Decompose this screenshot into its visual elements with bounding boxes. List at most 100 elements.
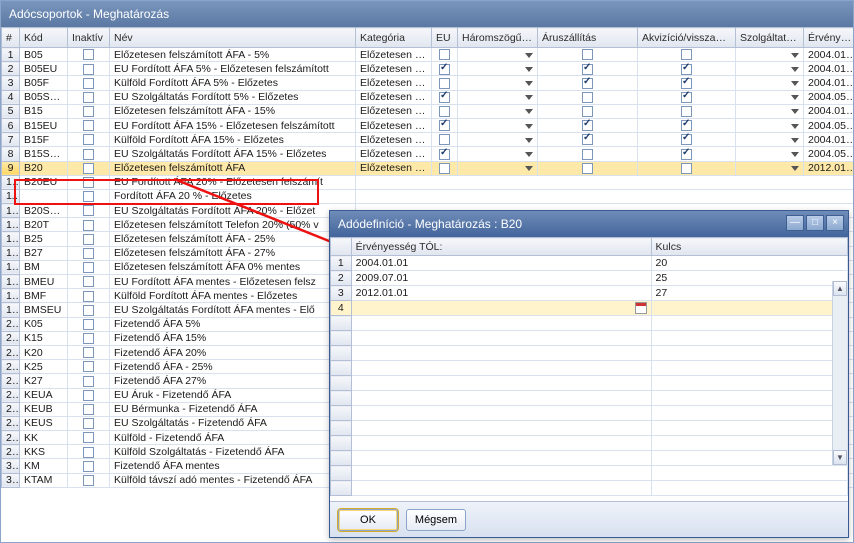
cell-nev[interactable]: Külföld távszí adó mentes - Fizetendő ÁF… <box>110 473 356 487</box>
new-row[interactable]: 4 <box>331 301 848 316</box>
checkbox-icon[interactable] <box>83 418 94 429</box>
col-num[interactable]: # <box>2 28 20 48</box>
row-number[interactable]: 30 <box>2 459 20 473</box>
cell-akv[interactable] <box>638 90 736 104</box>
checkbox-icon[interactable] <box>83 319 94 330</box>
checkbox-icon[interactable] <box>439 92 450 103</box>
cell-akv[interactable] <box>638 147 736 161</box>
row-number[interactable]: 5 <box>2 104 20 118</box>
cell-kulcs[interactable]: 27 <box>651 286 847 301</box>
cell-inaktiv[interactable] <box>68 289 110 303</box>
cell-harom[interactable] <box>458 76 538 90</box>
table-row[interactable] <box>331 451 848 466</box>
cell-akv[interactable] <box>638 48 736 62</box>
scroll-up-button[interactable]: ▲ <box>833 281 847 296</box>
cell-akv[interactable] <box>638 104 736 118</box>
cell-erv[interactable]: 2004.05.01 <box>804 118 854 132</box>
cell-kod[interactable]: B27 <box>20 246 68 260</box>
row-number[interactable]: 17 <box>2 275 20 289</box>
cell-inaktiv[interactable] <box>68 147 110 161</box>
cell-kod[interactable]: B15SEU <box>20 147 68 161</box>
minimize-button[interactable]: — <box>786 215 804 231</box>
chevron-down-icon[interactable] <box>791 81 799 86</box>
date-input-cell[interactable] <box>351 301 651 316</box>
checkbox-icon[interactable] <box>83 220 94 231</box>
cell-kod[interactable]: BMSEU <box>20 303 68 317</box>
row-number[interactable]: 26 <box>2 402 20 416</box>
checkbox-icon[interactable] <box>582 92 593 103</box>
cell-kod[interactable]: K05 <box>20 317 68 331</box>
cell-kod[interactable]: KKS <box>20 445 68 459</box>
row-number[interactable]: 27 <box>2 416 20 430</box>
checkbox-icon[interactable] <box>681 134 692 145</box>
maximize-button[interactable]: □ <box>806 215 824 231</box>
cell-kod[interactable]: B15EU <box>20 118 68 132</box>
checkbox-icon[interactable] <box>439 163 450 174</box>
cell-inaktiv[interactable] <box>68 445 110 459</box>
cell-nev[interactable]: Fizetendő ÁFA 20% <box>110 345 356 359</box>
table-row[interactable] <box>331 421 848 436</box>
cell-szolg[interactable] <box>736 90 804 104</box>
cell-kod[interactable]: B05EU <box>20 62 68 76</box>
cell-inaktiv[interactable] <box>68 246 110 260</box>
cell-inaktiv[interactable] <box>68 331 110 345</box>
chevron-down-icon[interactable] <box>525 67 533 72</box>
table-row[interactable] <box>331 436 848 451</box>
row-number[interactable]: 11 <box>2 189 20 203</box>
cell-inaktiv[interactable] <box>68 374 110 388</box>
checkbox-icon[interactable] <box>83 64 94 75</box>
cell-nev[interactable]: Előzetesen felszámított ÁFA 0% mentes <box>110 260 356 274</box>
cell-erv[interactable]: 2004.01.01 <box>351 256 651 271</box>
cell-erv[interactable]: 2004.01.01 <box>804 48 854 62</box>
checkbox-icon[interactable] <box>83 234 94 245</box>
cell-harom[interactable] <box>458 133 538 147</box>
cell-inaktiv[interactable] <box>68 90 110 104</box>
cell-nev[interactable]: EU Fordított ÁFA 15% - Előzetesen felszá… <box>110 118 356 132</box>
cell-nev[interactable]: Előzetesen felszámított ÁFA - 15% <box>110 104 356 118</box>
checkbox-icon[interactable] <box>83 177 94 188</box>
cell-nev[interactable]: Külföld Fordított ÁFA mentes - Előzetes <box>110 289 356 303</box>
table-row[interactable]: 32012.01.0127 <box>331 286 848 301</box>
checkbox-icon[interactable] <box>83 49 94 60</box>
checkbox-icon[interactable] <box>681 163 692 174</box>
cell-kategoria[interactable]: Előzetesen felsz <box>356 147 432 161</box>
row-number[interactable]: 19 <box>2 303 20 317</box>
checkbox-icon[interactable] <box>83 432 94 443</box>
cell-harom[interactable] <box>458 161 538 175</box>
cell-erv[interactable]: 2004.05.01 <box>804 90 854 104</box>
checkbox-icon[interactable] <box>582 163 593 174</box>
sub-col-kulcs[interactable]: Kulcs <box>651 238 847 256</box>
cell-kategoria[interactable]: Előzetesen felsz <box>356 90 432 104</box>
row-number[interactable]: 20 <box>2 317 20 331</box>
cell-szolg[interactable] <box>736 118 804 132</box>
checkbox-icon[interactable] <box>83 291 94 302</box>
row-number[interactable]: 15 <box>2 246 20 260</box>
sub-col-erv[interactable]: Érvényesség TÓL: <box>351 238 651 256</box>
cell-szolg[interactable] <box>736 76 804 90</box>
cell-aru[interactable] <box>538 147 638 161</box>
sub-titlebar[interactable]: Adódefiníció - Meghatározás : B20 — □ × <box>330 211 848 237</box>
cell-inaktiv[interactable] <box>68 48 110 62</box>
row-number[interactable]: 21 <box>2 331 20 345</box>
close-button[interactable]: × <box>826 215 844 231</box>
chevron-down-icon[interactable] <box>791 124 799 129</box>
checkbox-icon[interactable] <box>83 461 94 472</box>
cell-nev[interactable]: Fizetendő ÁFA 27% <box>110 374 356 388</box>
cell-nev[interactable]: EU Fordított ÁFA mentes - Előzetesen fel… <box>110 275 356 289</box>
cell-kod[interactable] <box>20 189 68 203</box>
calendar-icon[interactable] <box>635 302 647 314</box>
cell-inaktiv[interactable] <box>68 104 110 118</box>
cell-nev[interactable]: Fizetendő ÁFA 5% <box>110 317 356 331</box>
row-number[interactable]: 16 <box>2 260 20 274</box>
chevron-down-icon[interactable] <box>525 81 533 86</box>
sub-table[interactable]: Érvényesség TÓL: Kulcs 12004.01.01202200… <box>330 237 848 496</box>
table-row[interactable] <box>331 331 848 346</box>
sub-scrollbar[interactable]: ▲ ▼ <box>832 281 847 465</box>
col-kategoria[interactable]: Kategória <box>356 28 432 48</box>
cell-erv[interactable]: 2009.07.01 <box>351 271 651 286</box>
checkbox-icon[interactable] <box>681 49 692 60</box>
chevron-down-icon[interactable] <box>791 95 799 100</box>
checkbox-icon[interactable] <box>83 361 94 372</box>
table-row[interactable]: 22009.07.0125 <box>331 271 848 286</box>
row-number[interactable]: 2 <box>331 271 352 286</box>
